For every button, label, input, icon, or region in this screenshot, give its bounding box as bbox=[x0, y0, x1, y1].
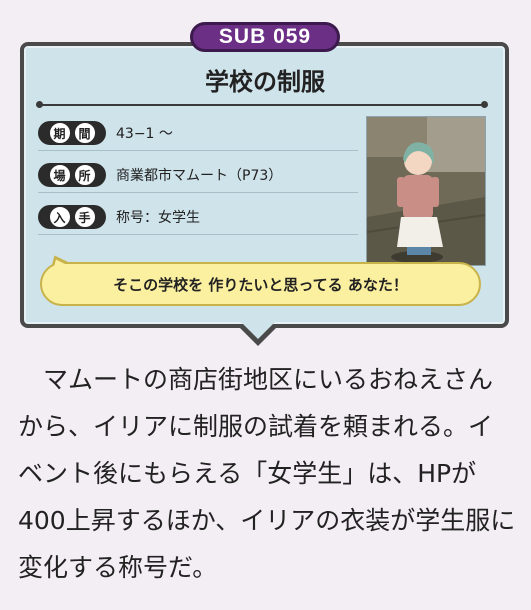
reward-label-pill: 入手 bbox=[38, 205, 106, 229]
location-value: 商業都市マムート（P73） bbox=[116, 168, 283, 184]
reward-row: 入手 称号：女学生 bbox=[38, 200, 358, 235]
location-row: 場所 商業都市マムート（P73） bbox=[38, 158, 358, 193]
speech-bubble: そこの学校を 作りたいと思ってる あなた！ bbox=[40, 262, 481, 306]
location-label-pill: 場所 bbox=[38, 163, 106, 187]
title-divider bbox=[36, 101, 488, 108]
game-screenshot-thumbnail bbox=[366, 116, 486, 266]
period-row: 期間 43−1 ～ bbox=[38, 116, 358, 151]
period-label-pill: 期間 bbox=[38, 121, 106, 145]
reward-value: 称号：女学生 bbox=[116, 210, 200, 226]
sub-quest-badge: SUB 059 bbox=[190, 22, 340, 52]
description-text: マムートの商店街地区にいるおねえさんから、イリアに制服の試着を頼まれる。イベント… bbox=[18, 365, 516, 582]
quest-title: 学校の制服 bbox=[205, 68, 325, 96]
period-value: 43−1 ～ bbox=[116, 126, 173, 142]
